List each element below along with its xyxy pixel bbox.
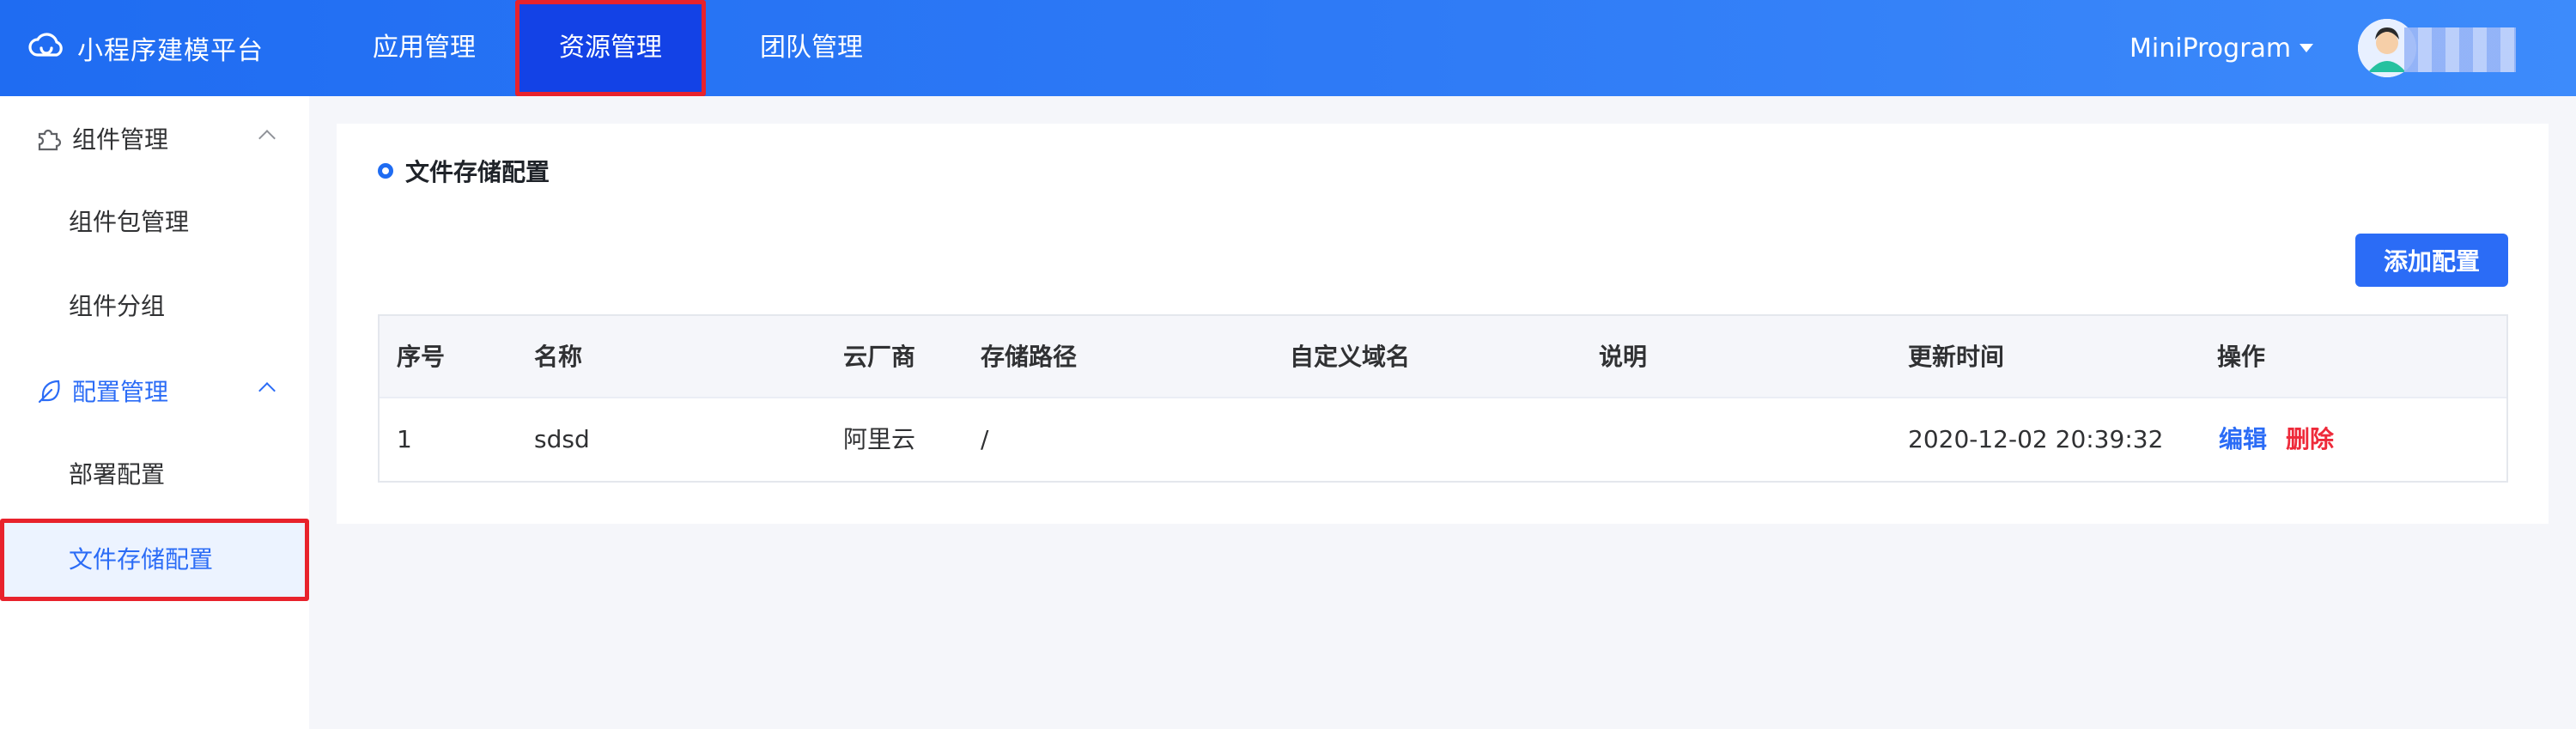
column-header-domain: 自定义域名 <box>1290 343 1411 371</box>
top-header: 小程序建模平台 应用管理 资源管理 团队管理 MiniProgram <box>0 0 2576 96</box>
column-header-name: 名称 <box>534 343 583 371</box>
column-header-vendor: 云厂商 <box>843 343 916 371</box>
content-card: 文件存储配置 添加配置 序号 名称 云厂商 存储路径 自定义域名 说明 更新时间… <box>337 124 2549 524</box>
puzzle-icon <box>34 124 64 153</box>
delete-link[interactable]: 删除 <box>2286 425 2334 453</box>
sidebar-group-component-management[interactable]: 组件管理 <box>0 96 309 180</box>
page-title-text: 文件存储配置 <box>405 158 550 186</box>
nav-team-management[interactable]: 团队管理 <box>738 0 884 96</box>
nav-resource-management[interactable]: 资源管理 <box>515 0 706 96</box>
edit-link[interactable]: 编辑 <box>2219 425 2267 453</box>
cell-path: / <box>981 425 989 453</box>
project-switcher[interactable]: MiniProgram <box>2129 0 2314 96</box>
caret-down-icon <box>2300 44 2314 52</box>
cell-name: sdsd <box>534 425 590 453</box>
feather-icon <box>34 376 64 405</box>
app-logo[interactable]: 小程序建模平台 <box>26 26 264 70</box>
sidebar-item-component-groups[interactable]: 组件分组 <box>0 264 309 349</box>
table-row: 1 sdsd 阿里云 / 2020-12-02 20:39:32 编辑 删除 <box>380 398 2506 481</box>
column-header-actions: 操作 <box>2217 343 2266 371</box>
cell-actions: 编辑 删除 <box>2219 398 2334 481</box>
sidebar-group-label: 配置管理 <box>72 378 169 406</box>
cell-updated: 2020-12-02 20:39:32 <box>1908 425 2164 453</box>
sidebar-item-deploy-config[interactable]: 部署配置 <box>0 433 309 517</box>
sidebar-item-component-packages[interactable]: 组件包管理 <box>0 180 309 264</box>
cell-index: 1 <box>397 425 412 453</box>
chevron-up-icon <box>258 130 276 147</box>
storage-config-table: 序号 名称 云厂商 存储路径 自定义域名 说明 更新时间 操作 1 sdsd 阿… <box>378 314 2508 483</box>
add-config-button[interactable]: 添加配置 <box>2355 234 2508 287</box>
column-header-description: 说明 <box>1599 343 1648 371</box>
bullet-dot-icon <box>378 163 393 179</box>
cell-vendor: 阿里云 <box>843 425 916 453</box>
cloud-logo-icon <box>26 26 67 70</box>
column-header-index: 序号 <box>397 343 446 371</box>
sidebar: 组件管理 组件包管理 组件分组 配置管理 部署配置 文件存储配置 <box>0 96 309 729</box>
chevron-up-icon <box>258 382 276 399</box>
column-header-path: 存储路径 <box>981 343 1078 371</box>
sidebar-group-config-management[interactable]: 配置管理 <box>0 349 309 433</box>
page-title: 文件存储配置 <box>378 149 550 192</box>
sidebar-item-file-storage-config[interactable]: 文件存储配置 <box>0 519 309 601</box>
nav-app-management[interactable]: 应用管理 <box>361 0 488 96</box>
column-header-updated: 更新时间 <box>1908 343 2005 371</box>
project-switcher-label: MiniProgram <box>2129 33 2292 64</box>
app-name: 小程序建模平台 <box>77 36 264 66</box>
sidebar-group-label: 组件管理 <box>72 125 169 154</box>
masked-username <box>2404 27 2516 72</box>
table-header: 序号 名称 云厂商 存储路径 自定义域名 说明 更新时间 操作 <box>380 316 2506 398</box>
